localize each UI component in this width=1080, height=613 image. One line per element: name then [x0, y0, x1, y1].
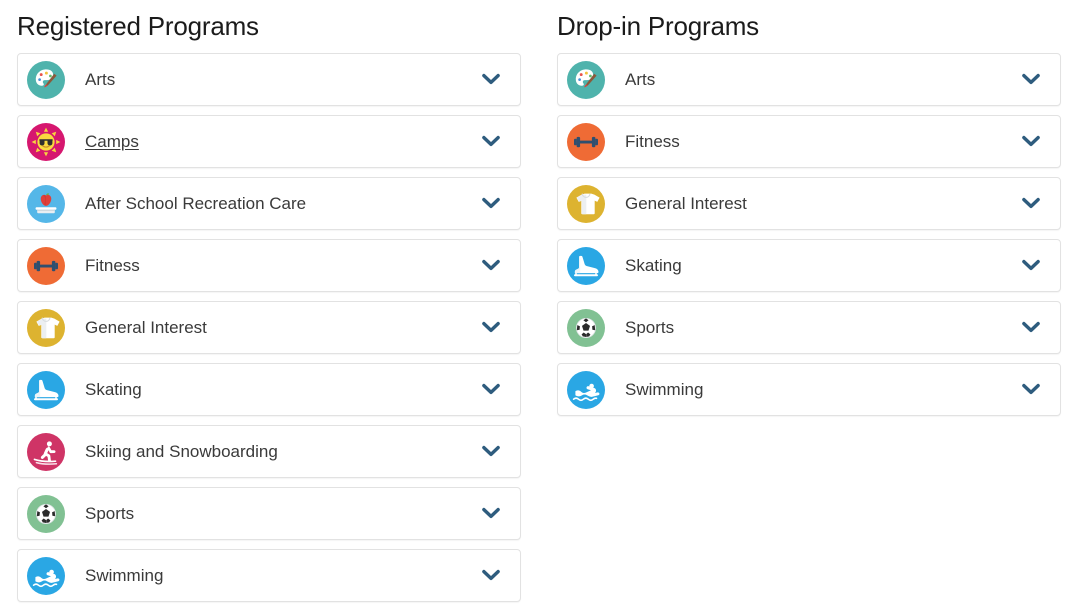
chevron-down-icon[interactable]	[1020, 317, 1042, 339]
chevron-down-icon[interactable]	[480, 379, 502, 401]
program-category-row[interactable]: Skiing and Snowboarding	[17, 425, 521, 478]
program-category-row[interactable]: Swimming	[557, 363, 1061, 416]
column-heading-registered-programs: Registered Programs	[17, 0, 521, 41]
program-category-label[interactable]: Fitness	[85, 256, 480, 276]
program-category-label[interactable]: Swimming	[85, 566, 480, 586]
swimmer-icon	[567, 371, 605, 409]
program-categories-page: Registered Programs Arts Camps After School…	[0, 0, 1080, 613]
chevron-down-icon[interactable]	[1020, 379, 1042, 401]
program-category-label[interactable]: Sports	[85, 504, 480, 524]
program-category-row[interactable]: Sports	[557, 301, 1061, 354]
program-category-label[interactable]: After School Recreation Care	[85, 194, 480, 214]
chevron-down-icon[interactable]	[480, 69, 502, 91]
column-heading-drop-in-programs: Drop-in Programs	[557, 0, 1061, 41]
program-category-label[interactable]: Skating	[625, 256, 1020, 276]
sun-sunglasses-icon	[27, 123, 65, 161]
program-category-label[interactable]: Swimming	[625, 380, 1020, 400]
program-column-registered-programs: Registered Programs Arts Camps After School…	[0, 0, 540, 611]
chevron-down-icon[interactable]	[480, 131, 502, 153]
program-category-row[interactable]: Sports	[17, 487, 521, 540]
palette-icon	[27, 61, 65, 99]
program-category-label[interactable]: Skating	[85, 380, 480, 400]
program-category-list: Arts Camps After School Recreation Care Fit…	[17, 53, 521, 611]
program-category-label[interactable]: General Interest	[625, 194, 1020, 214]
program-category-row[interactable]: Skating	[17, 363, 521, 416]
program-category-label[interactable]: General Interest	[85, 318, 480, 338]
program-category-row[interactable]: After School Recreation Care	[17, 177, 521, 230]
program-category-row[interactable]: Swimming	[17, 549, 521, 602]
chevron-down-icon[interactable]	[480, 317, 502, 339]
program-category-label[interactable]: Arts	[85, 70, 480, 90]
program-column-drop-in-programs: Drop-in Programs Arts Fitness General Inter…	[540, 0, 1080, 425]
apple-book-icon	[27, 185, 65, 223]
dumbbell-icon	[27, 247, 65, 285]
program-category-row[interactable]: Arts	[557, 53, 1061, 106]
tshirt-icon	[27, 309, 65, 347]
program-category-label[interactable]: Sports	[625, 318, 1020, 338]
chevron-down-icon[interactable]	[1020, 255, 1042, 277]
chevron-down-icon[interactable]	[480, 255, 502, 277]
soccer-ball-icon	[27, 495, 65, 533]
program-category-label[interactable]: Camps	[85, 132, 480, 152]
ice-skate-icon	[567, 247, 605, 285]
swimmer-icon	[27, 557, 65, 595]
program-category-row[interactable]: Fitness	[17, 239, 521, 292]
program-category-row[interactable]: Skating	[557, 239, 1061, 292]
chevron-down-icon[interactable]	[1020, 131, 1042, 153]
program-category-label[interactable]: Arts	[625, 70, 1020, 90]
chevron-down-icon[interactable]	[480, 193, 502, 215]
ice-skate-icon	[27, 371, 65, 409]
tshirt-icon	[567, 185, 605, 223]
program-category-row[interactable]: Camps	[17, 115, 521, 168]
chevron-down-icon[interactable]	[480, 441, 502, 463]
program-category-label[interactable]: Skiing and Snowboarding	[85, 442, 480, 462]
chevron-down-icon[interactable]	[480, 565, 502, 587]
palette-icon	[567, 61, 605, 99]
program-category-row[interactable]: Arts	[17, 53, 521, 106]
skier-icon	[27, 433, 65, 471]
program-category-label[interactable]: Fitness	[625, 132, 1020, 152]
program-category-list: Arts Fitness General Interest Skating Sports…	[557, 53, 1061, 425]
dumbbell-icon	[567, 123, 605, 161]
program-columns: Registered Programs Arts Camps After School…	[0, 0, 1080, 611]
program-category-row[interactable]: General Interest	[557, 177, 1061, 230]
chevron-down-icon[interactable]	[1020, 69, 1042, 91]
chevron-down-icon[interactable]	[480, 503, 502, 525]
program-category-row[interactable]: Fitness	[557, 115, 1061, 168]
chevron-down-icon[interactable]	[1020, 193, 1042, 215]
soccer-ball-icon	[567, 309, 605, 347]
program-category-row[interactable]: General Interest	[17, 301, 521, 354]
